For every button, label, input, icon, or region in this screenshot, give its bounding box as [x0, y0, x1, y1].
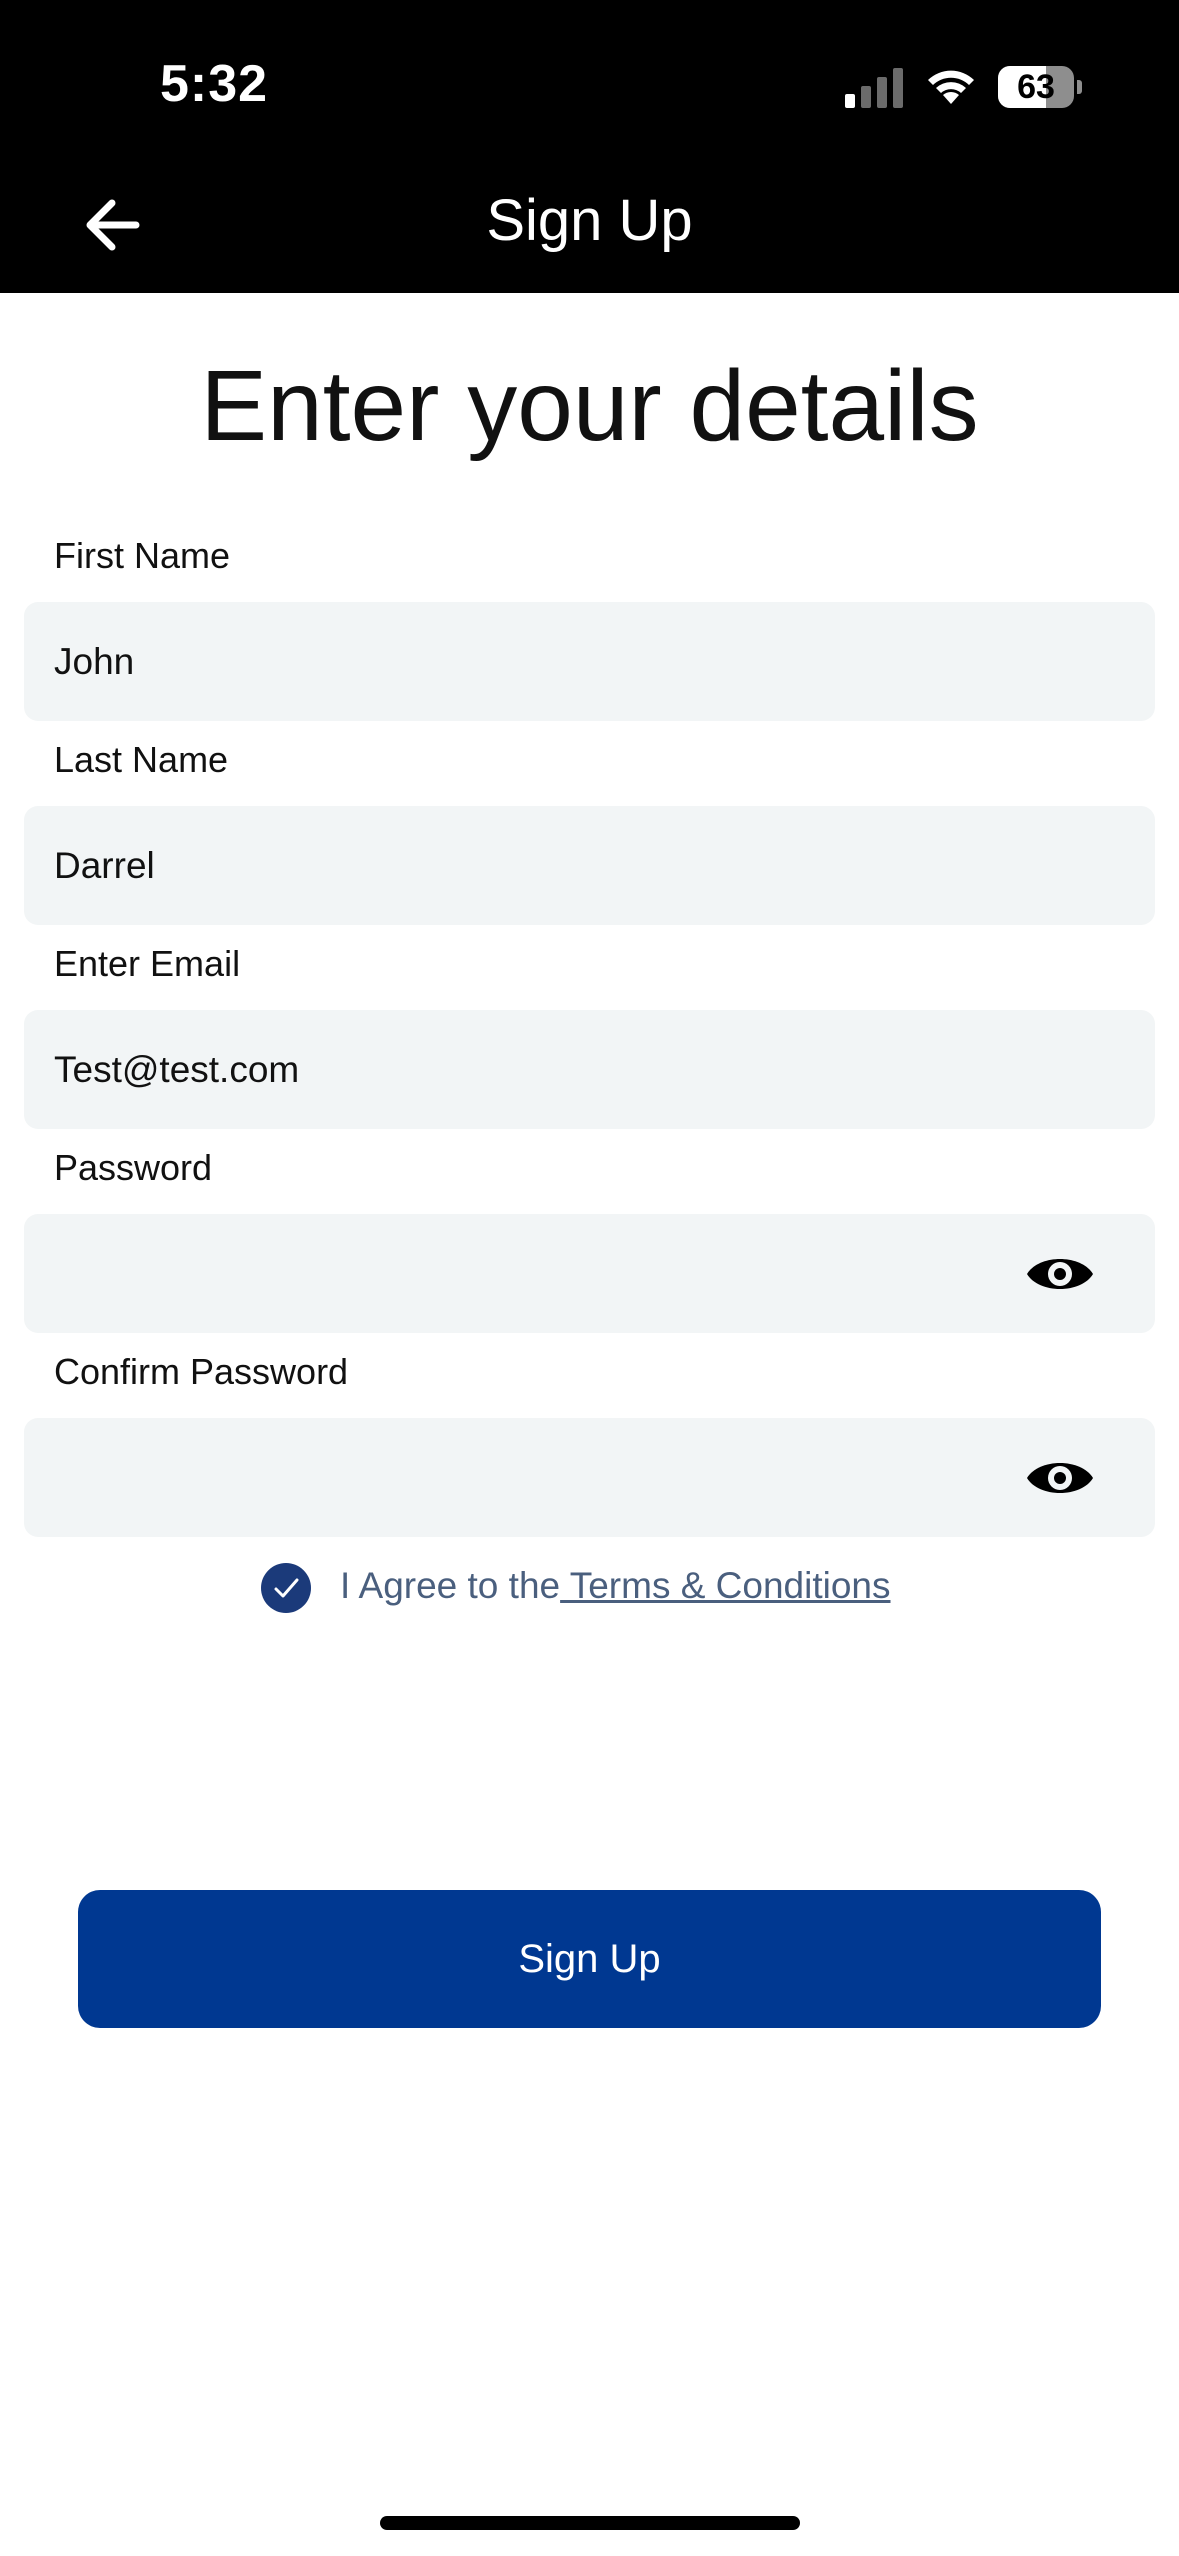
confirm-password-label: Confirm Password — [54, 1351, 349, 1392]
battery-tip — [1077, 80, 1082, 94]
last-name-value: Darrel — [54, 845, 155, 886]
home-indicator — [380, 2516, 800, 2530]
checkmark-icon — [274, 1578, 299, 1598]
first-name-value: John — [54, 641, 135, 682]
battery-percent: 63 — [1017, 68, 1055, 106]
battery-body: 63 — [998, 66, 1074, 108]
password-label: Password — [54, 1147, 213, 1188]
terms-prefix: I Agree to the — [340, 1565, 561, 1606]
email-label: Enter Email — [54, 943, 241, 984]
first-name-field[interactable]: John — [24, 602, 1155, 721]
wifi-icon — [928, 70, 974, 104]
last-name-label: Last Name — [54, 739, 229, 780]
header-title: Sign Up — [486, 188, 693, 253]
page-title: Enter your details — [200, 350, 979, 462]
terms-row: I Agree to the Terms & Conditions — [0, 1556, 1179, 1616]
signal-icon — [845, 68, 903, 108]
eye-icon[interactable] — [1025, 1252, 1095, 1296]
status-time: 5:32 — [160, 55, 269, 113]
email-value: Test@test.com — [54, 1049, 300, 1090]
email-field[interactable]: Test@test.com — [24, 1010, 1155, 1129]
first-name-label: First Name — [54, 535, 231, 576]
terms-link[interactable]: Terms & Conditions — [560, 1565, 891, 1606]
top-bar: 5:32 63 Sign Up — [0, 0, 1179, 293]
eye-icon[interactable] — [1025, 1456, 1095, 1500]
last-name-field[interactable]: Darrel — [24, 806, 1155, 925]
signup-button[interactable]: Sign Up — [78, 1890, 1101, 2028]
battery-icon: 63 — [998, 66, 1082, 108]
terms-text: I Agree to the Terms & Conditions — [340, 1556, 891, 1616]
password-field[interactable] — [24, 1214, 1155, 1333]
terms-checkbox[interactable] — [261, 1563, 311, 1613]
confirm-password-field[interactable] — [24, 1418, 1155, 1537]
